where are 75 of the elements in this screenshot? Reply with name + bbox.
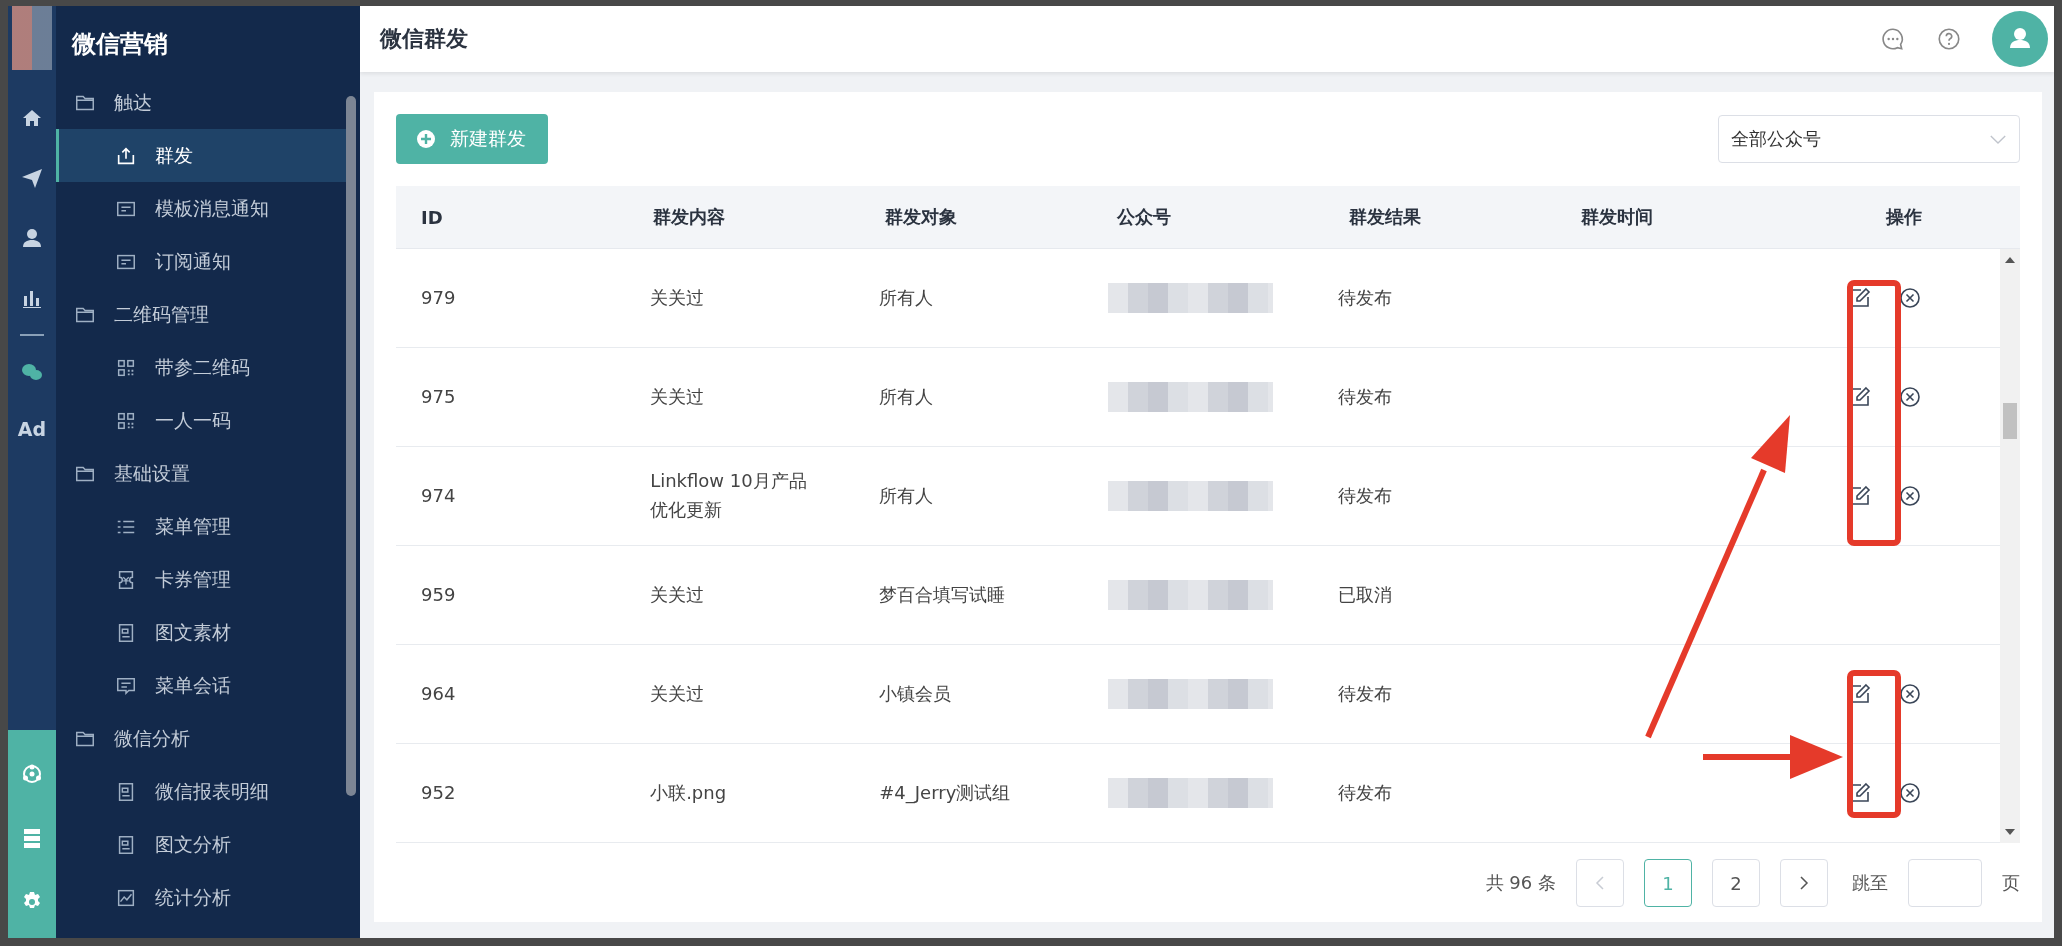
ad-label[interactable]: Ad bbox=[17, 418, 47, 440]
menu-item[interactable]: 带参二维码 bbox=[56, 341, 346, 394]
table-cell-text: Linkflow 10月产品优化更新 bbox=[649, 469, 808, 522]
close-circle-icon[interactable] bbox=[1898, 286, 1923, 310]
table-cell-text: 待发布 bbox=[1336, 285, 1393, 310]
chevron-right-icon bbox=[1799, 875, 1809, 891]
menu-item[interactable]: 图文素材 bbox=[56, 606, 346, 659]
close-circle-icon[interactable] bbox=[1898, 682, 1923, 706]
table-cell-text: 975 bbox=[420, 384, 457, 409]
table-cell-text: 小镇会员 bbox=[878, 681, 953, 706]
table-cell-text: 待发布 bbox=[1336, 780, 1393, 805]
table-cell-text: 关关过 bbox=[649, 384, 706, 409]
column-header: 操作 bbox=[1885, 205, 1923, 229]
help-icon[interactable] bbox=[1936, 26, 1962, 52]
menu-item[interactable]: 菜单管理 bbox=[56, 500, 346, 553]
table-cell-text: 关关过 bbox=[649, 681, 706, 706]
jump-label: 跳至 bbox=[1852, 871, 1888, 895]
page-title: 微信群发 bbox=[380, 25, 469, 53]
total-count: 共 96 条 bbox=[1485, 871, 1556, 895]
logo-placeholder bbox=[12, 6, 52, 70]
table-cell-text: 关关过 bbox=[649, 582, 706, 607]
close-circle-icon[interactable] bbox=[1898, 385, 1923, 409]
column-header: 群发内容 bbox=[652, 205, 726, 229]
chevron-left-icon bbox=[1595, 875, 1605, 891]
menu-group[interactable]: 二维码管理 bbox=[56, 288, 360, 341]
scrollbar-thumb[interactable] bbox=[346, 96, 356, 796]
scroll-down-icon[interactable] bbox=[2005, 829, 2015, 835]
table-cell-text: 关关过 bbox=[649, 285, 706, 310]
chat-bubble-icon[interactable] bbox=[1880, 26, 1906, 52]
page-unit-label: 页 bbox=[2002, 871, 2020, 895]
scrollbar-thumb[interactable] bbox=[2003, 403, 2017, 439]
user-icon[interactable] bbox=[20, 226, 44, 250]
menu-item[interactable]: 图文分析 bbox=[56, 818, 346, 871]
column-header: 群发结果 bbox=[1348, 205, 1422, 229]
column-header: 群发时间 bbox=[1580, 205, 1654, 229]
table-cell-text: #4_Jerry测试组 bbox=[878, 780, 1012, 806]
menu-item[interactable]: 微信报表明细 bbox=[56, 765, 346, 818]
scrollbar[interactable] bbox=[2000, 249, 2020, 843]
close-circle-icon[interactable] bbox=[1898, 484, 1923, 508]
menu-item[interactable]: 模板消息通知 bbox=[56, 182, 346, 235]
table-cell-text: 待发布 bbox=[1336, 681, 1393, 706]
app-title: 微信营销 bbox=[70, 29, 169, 60]
menu-item[interactable]: 群发 bbox=[56, 129, 346, 182]
table-cell-text: 979 bbox=[420, 285, 457, 310]
table-cell-text: 959 bbox=[420, 582, 457, 607]
column-header: 群发对象 bbox=[884, 205, 958, 229]
table-cell-text: 所有人 bbox=[878, 384, 935, 409]
account-select[interactable]: 全部公众号 bbox=[1718, 115, 2020, 163]
table-cell-text: 待发布 bbox=[1336, 483, 1393, 508]
scroll-up-icon[interactable] bbox=[2005, 257, 2015, 263]
table-cell-text: 梦百合填写试睡 bbox=[878, 582, 1007, 607]
close-circle-icon[interactable] bbox=[1898, 781, 1923, 805]
table-cell-text: 974 bbox=[420, 483, 457, 508]
table-cell-text: 待发布 bbox=[1336, 384, 1393, 409]
table-cell-text: 已取消 bbox=[1336, 582, 1393, 607]
menu-item[interactable]: 卡券管理 bbox=[56, 553, 346, 606]
column-header: ID bbox=[420, 206, 444, 228]
page-input[interactable] bbox=[1908, 859, 1982, 907]
chevron-down-icon bbox=[1989, 133, 2007, 145]
table-cell-text: 所有人 bbox=[878, 483, 935, 508]
menu-item[interactable]: 一人一码 bbox=[56, 394, 346, 447]
table-cell-text: 所有人 bbox=[878, 285, 935, 310]
paper-plane-icon[interactable] bbox=[20, 166, 44, 190]
table-cell-text: 964 bbox=[420, 681, 457, 706]
menu-group[interactable]: 微信分析 bbox=[56, 712, 360, 765]
page-button[interactable]: 2 bbox=[1712, 859, 1760, 907]
menu-item[interactable]: 统计分析 bbox=[56, 871, 346, 924]
menu-item[interactable]: 订阅通知 bbox=[56, 235, 346, 288]
column-header: 公众号 bbox=[1116, 205, 1172, 229]
menu-group[interactable]: 触达 bbox=[56, 76, 360, 129]
menu-group[interactable]: 基础设置 bbox=[56, 447, 360, 500]
menu-item[interactable]: 菜单会话 bbox=[56, 659, 346, 712]
plus-circle-icon bbox=[416, 129, 436, 149]
table-cell-text: 952 bbox=[420, 780, 457, 805]
table-cell-text: 小联.png bbox=[649, 780, 728, 805]
